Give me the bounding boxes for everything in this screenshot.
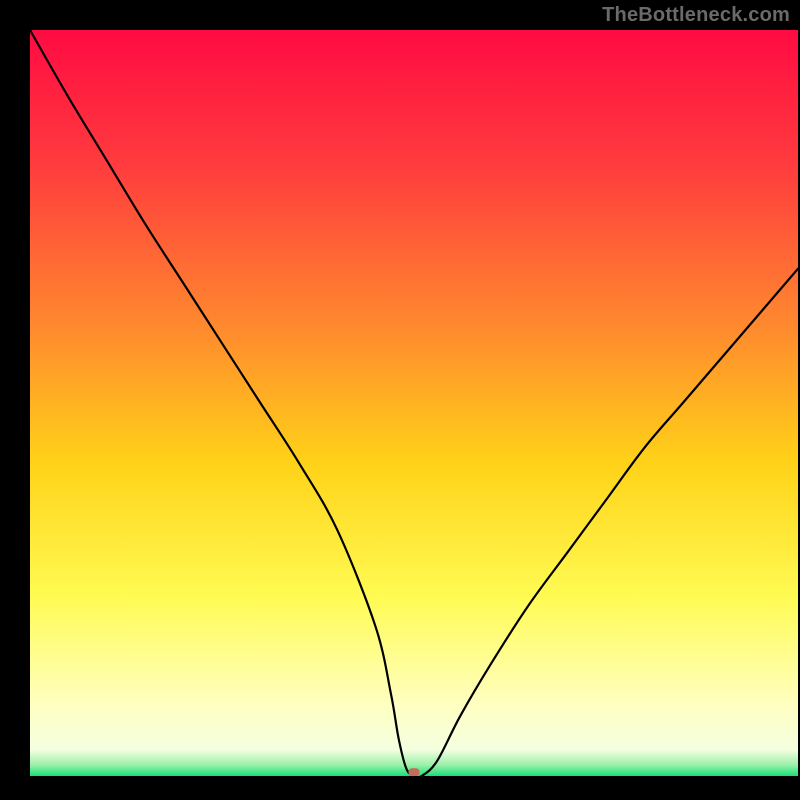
optimum-marker — [409, 768, 420, 776]
bottleneck-chart — [30, 30, 798, 776]
watermark-text: TheBottleneck.com — [602, 4, 790, 27]
plot-area — [30, 30, 798, 776]
chart-frame: TheBottleneck.com — [0, 0, 800, 800]
